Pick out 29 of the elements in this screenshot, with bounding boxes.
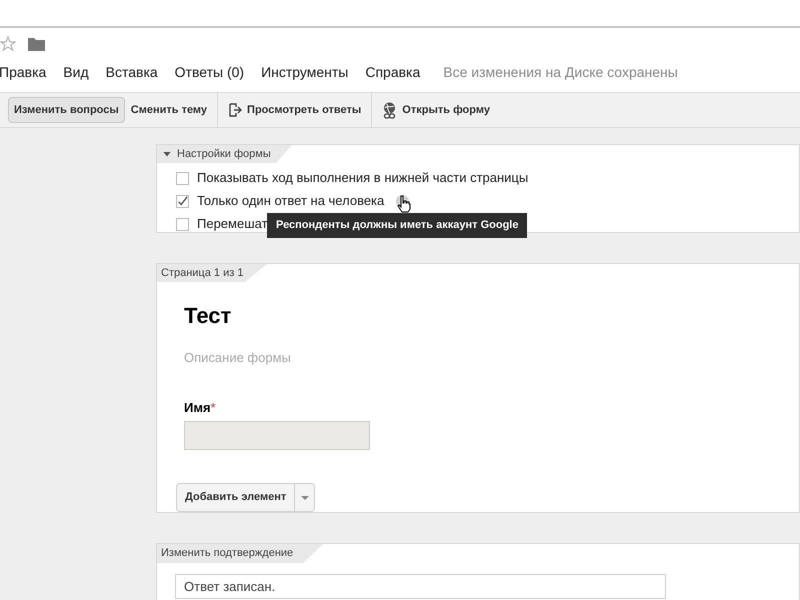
form-title[interactable]: Тест: [184, 299, 799, 332]
option-label: Перемешат: [197, 215, 268, 234]
save-status: Все изменения на Диске сохранены: [443, 62, 678, 82]
menu-item[interactable]: Ответы (0): [174, 62, 244, 82]
globe-link-icon: [382, 102, 398, 118]
toolbar-button[interactable]: Открыть форму: [376, 97, 496, 123]
menu-item[interactable]: Правка: [0, 62, 46, 82]
folder-icon[interactable]: [28, 37, 45, 51]
checkbox[interactable]: [176, 218, 189, 230]
confirmation-field[interactable]: Ответ записан.: [175, 574, 666, 599]
option-label: Показывать ход выполнения в нижней части страницы: [197, 169, 528, 188]
toolbar-button[interactable]: Сменить тему: [124, 97, 214, 123]
caret-icon: [300, 496, 309, 500]
checkbox[interactable]: [176, 194, 189, 208]
menu-item[interactable]: Инструменты: [261, 62, 348, 82]
menu-item[interactable]: Вид: [63, 62, 89, 82]
checkbox[interactable]: [176, 172, 189, 184]
settings-title: Настройки формы: [177, 146, 271, 162]
answer-field[interactable]: [184, 421, 370, 450]
option-label: Только один ответ на человека: [197, 192, 384, 210]
export-icon: [228, 103, 242, 117]
hand-cursor-icon: [397, 195, 411, 213]
tooltip: Респонденты должны иметь аккаунт Google: [267, 213, 528, 238]
menu-item[interactable]: Вставка: [106, 62, 158, 82]
star-icon[interactable]: [0, 36, 16, 52]
toolbar-button[interactable]: Просмотреть ответы: [222, 97, 368, 123]
menu-item[interactable]: Справка: [365, 62, 420, 82]
question-label: Имя*: [184, 398, 217, 416]
toolbar-button[interactable]: Изменить вопросы: [8, 97, 125, 123]
